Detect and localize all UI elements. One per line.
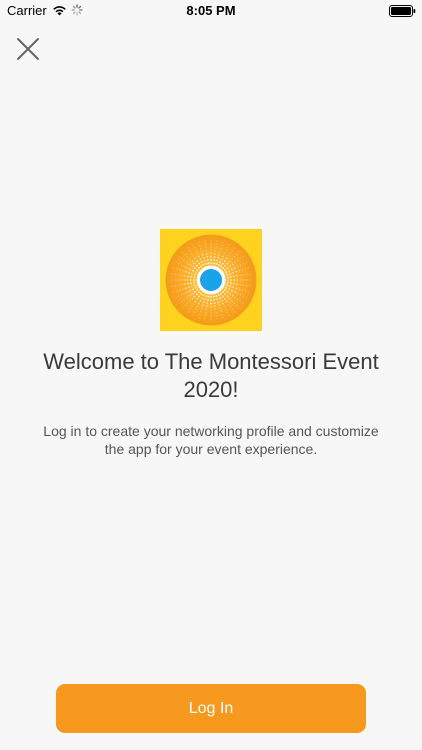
welcome-heading: Welcome to The Montessori Event 2020! [43,349,379,402]
battery-icon [389,5,416,17]
login-button[interactable]: Log In [56,684,366,733]
event-logo [160,229,262,331]
login-button-label: Log In [188,699,234,717]
login-description: Log in to create your networking profile… [43,423,379,457]
close-icon [17,38,39,60]
sun-burst-logo-icon [165,234,257,326]
close-button[interactable] [12,33,44,65]
status-time: 8:05 PM [186,3,236,18]
status-bar: Carrier 8:05 PM [0,0,422,22]
